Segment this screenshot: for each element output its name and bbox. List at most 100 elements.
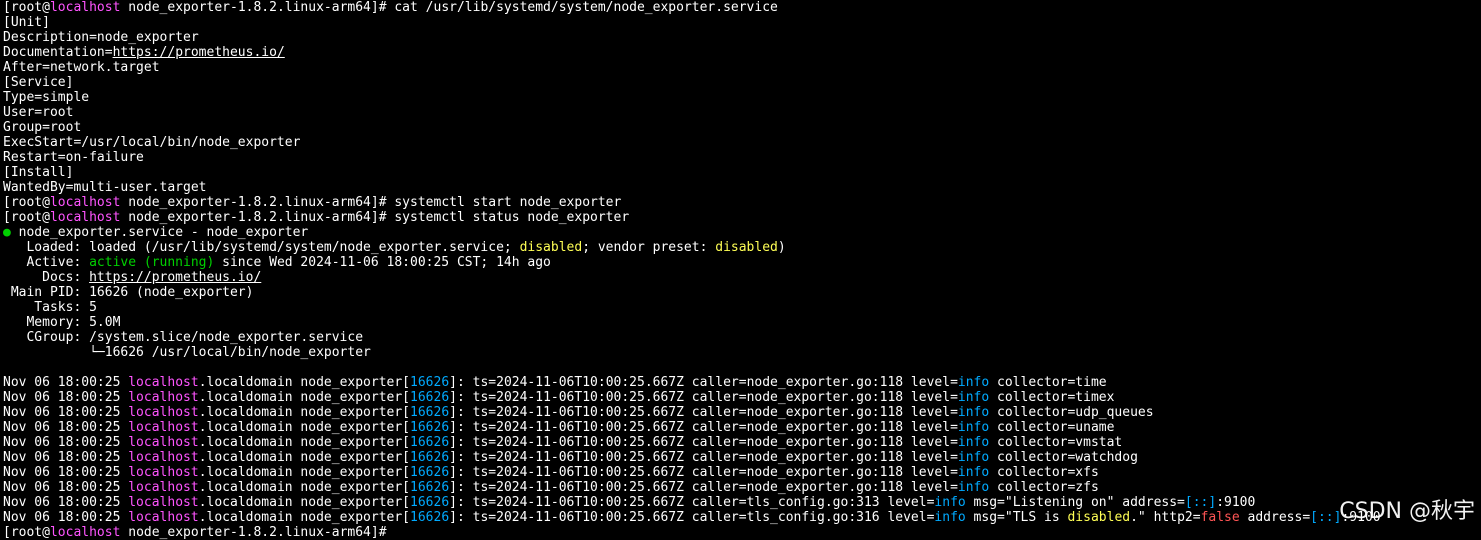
hostname: localhost (128, 495, 199, 510)
command-prompt: [root@localhost node_exporter-1.8.2.linu… (3, 525, 1481, 540)
line-text: [Unit] (3, 15, 50, 30)
log-timestamp: Nov 06 18:00:25 (3, 480, 129, 495)
line-text: After=network.target (3, 60, 160, 75)
line-text: [root@ (3, 0, 50, 15)
documentation-link[interactable]: https://prometheus.io/ (113, 45, 285, 60)
hostname: localhost (49, 0, 121, 15)
log-text: .localdomain node_exporter[ (198, 390, 411, 405)
log-line: Nov 06 18:00:25 localhost.localdomain no… (3, 495, 1481, 510)
line-text: Type=simple (3, 90, 90, 105)
documentation-link[interactable]: https://prometheus.io/ (89, 270, 261, 285)
log-timestamp: Nov 06 18:00:25 (3, 390, 129, 405)
hostname: localhost (128, 450, 199, 465)
terminal-line: Loaded: loaded (/usr/lib/systemd/system/… (3, 240, 1481, 255)
log-text: ]: ts=2024-11-06T10:00:25.667Z caller=no… (449, 390, 958, 405)
log-pid: 16626 (410, 495, 450, 510)
terminal-line: Documentation=https://prometheus.io/ (3, 45, 1481, 60)
line-text: node_exporter-1.8.2.linux-arm64]# system… (120, 195, 622, 210)
line-text: [Install] (3, 165, 74, 180)
log-pid: 16626 (410, 405, 450, 420)
log-line: Nov 06 18:00:25 localhost.localdomain no… (3, 405, 1481, 420)
log-text: ]: ts=2024-11-06T10:00:25.667Z caller=tl… (449, 510, 935, 525)
line-text: Active: (3, 255, 90, 270)
terminal-line: Tasks: 5 (3, 300, 1481, 315)
hostname: localhost (49, 195, 121, 210)
log-level: info (957, 450, 990, 465)
log-text: collector=uname (989, 420, 1115, 435)
log-text: collector=watchdog (989, 450, 1138, 465)
terminal-line: Type=simple (3, 90, 1481, 105)
line-text: WantedBy=multi-user.target (3, 180, 207, 195)
line-text: since Wed 2024-11-06 18:00:25 CST; 14h a… (214, 255, 551, 270)
log-text: .localdomain node_exporter[ (198, 450, 411, 465)
line-text: Documentation= (3, 45, 113, 60)
log-text: collector=xfs (989, 465, 1099, 480)
hostname: localhost (128, 510, 199, 525)
hostname: localhost (128, 405, 199, 420)
log-text: .localdomain node_exporter[ (198, 420, 411, 435)
log-timestamp: Nov 06 18:00:25 (3, 450, 129, 465)
line-text: node_exporter-1.8.2.linux-arm64]# cat /u… (120, 0, 778, 15)
terminal-line: User=root (3, 105, 1481, 120)
log-text: collector=udp_queues (989, 405, 1154, 420)
hostname: localhost (128, 480, 199, 495)
log-text: ]: ts=2024-11-06T10:00:25.667Z caller=no… (449, 465, 958, 480)
log-text: .localdomain node_exporter[ (198, 495, 411, 510)
terminal-line: Group=root (3, 120, 1481, 135)
hostname: localhost (128, 465, 199, 480)
line-text: ExecStart=/usr/local/bin/node_exporter (3, 135, 301, 150)
log-pid: 16626 (410, 390, 450, 405)
disabled-status: disabled (519, 240, 583, 255)
hostname: localhost (49, 210, 121, 225)
terminal-line: [Service] (3, 75, 1481, 90)
terminal-line: [Unit] (3, 15, 1481, 30)
log-line: Nov 06 18:00:25 localhost.localdomain no… (3, 465, 1481, 480)
terminal-line: Main PID: 16626 (node_exporter) (3, 285, 1481, 300)
line-text: [Service] (3, 75, 74, 90)
log-text: collector=timex (989, 390, 1115, 405)
log-text: .localdomain node_exporter[ (198, 405, 411, 420)
log-timestamp: Nov 06 18:00:25 (3, 510, 129, 525)
disabled-status: disabled (715, 240, 778, 255)
terminal-line: WantedBy=multi-user.target (3, 180, 1481, 195)
log-text: .localdomain node_exporter[ (198, 375, 411, 390)
log-text: collector=time (989, 375, 1107, 390)
terminal-line: Active: active (running) since Wed 2024-… (3, 255, 1481, 270)
log-level: info (957, 465, 990, 480)
log-level: info (934, 510, 966, 525)
line-text: Tasks: 5 (3, 300, 97, 315)
log-pid: 16626 (410, 465, 450, 480)
log-line: Nov 06 18:00:25 localhost.localdomain no… (3, 510, 1481, 525)
terminal-line: └─16626 /usr/local/bin/node_exporter (3, 345, 1481, 360)
log-line: Nov 06 18:00:25 localhost.localdomain no… (3, 480, 1481, 495)
log-text: msg="TLS is (965, 510, 1068, 525)
log-text: ]: ts=2024-11-06T10:00:25.667Z caller=no… (449, 405, 958, 420)
log-line: Nov 06 18:00:25 localhost.localdomain no… (3, 435, 1481, 450)
line-text: Main PID: 16626 (node_exporter) (3, 285, 254, 300)
prompt-text: node_exporter-1.8.2.linux-arm64]# (120, 525, 387, 540)
log-text: .localdomain node_exporter[ (198, 435, 411, 450)
log-timestamp: Nov 06 18:00:25 (3, 405, 129, 420)
terminal-line: CGroup: /system.slice/node_exporter.serv… (3, 330, 1481, 345)
http2-value: false (1200, 510, 1240, 525)
line-text: Description=node_exporter (3, 30, 199, 45)
log-pid: 16626 (410, 450, 450, 465)
hostname: localhost (128, 420, 199, 435)
line-text: Docs: (3, 270, 90, 285)
line-text: Loaded: loaded (/usr/lib/systemd/system/… (3, 240, 520, 255)
log-text: .localdomain node_exporter[ (198, 510, 411, 525)
line-text: Group=root (3, 120, 82, 135)
log-timestamp: Nov 06 18:00:25 (3, 435, 129, 450)
log-pid: 16626 (410, 435, 450, 450)
log-line: Nov 06 18:00:25 localhost.localdomain no… (3, 420, 1481, 435)
line-text: └─16626 /usr/local/bin/node_exporter (3, 345, 371, 360)
line-text: ; vendor preset: (582, 240, 716, 255)
log-text: :9100 (1341, 510, 1381, 525)
line-text: Restart=on-failure (3, 150, 144, 165)
hostname: localhost (128, 375, 199, 390)
log-level: info (957, 480, 990, 495)
terminal-window[interactable]: [root@localhost node_exporter-1.8.2.linu… (3, 0, 1481, 540)
line-text: User=root (3, 105, 74, 120)
active-status: active (running) (89, 255, 215, 270)
